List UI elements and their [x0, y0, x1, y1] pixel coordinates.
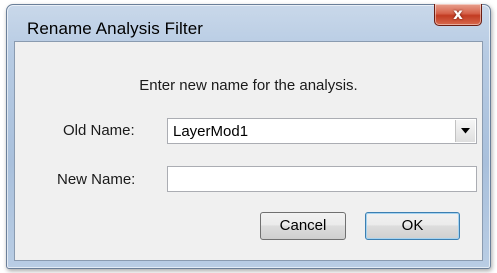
old-name-value: LayerMod1 [173, 123, 249, 140]
cancel-button[interactable]: Cancel [260, 212, 346, 240]
old-name-dropdown[interactable]: LayerMod1 [167, 118, 477, 144]
prompt-text: Enter new name for the analysis. [139, 77, 358, 94]
close-icon: x [453, 5, 463, 23]
dropdown-button[interactable] [455, 120, 475, 142]
ok-button[interactable]: OK [365, 212, 460, 240]
new-name-input[interactable] [167, 166, 477, 192]
new-name-label: New Name: [57, 171, 136, 188]
dialog-window: Rename Analysis Filter x Enter new name … [6, 4, 491, 269]
dialog-body: Enter new name for the analysis. Old Nam… [14, 41, 483, 261]
close-button[interactable]: x [434, 4, 482, 26]
title-bar[interactable]: Rename Analysis Filter x [7, 4, 490, 45]
window-title: Rename Analysis Filter [27, 19, 204, 38]
chevron-down-icon [461, 128, 470, 134]
old-name-label: Old Name: [63, 122, 135, 139]
